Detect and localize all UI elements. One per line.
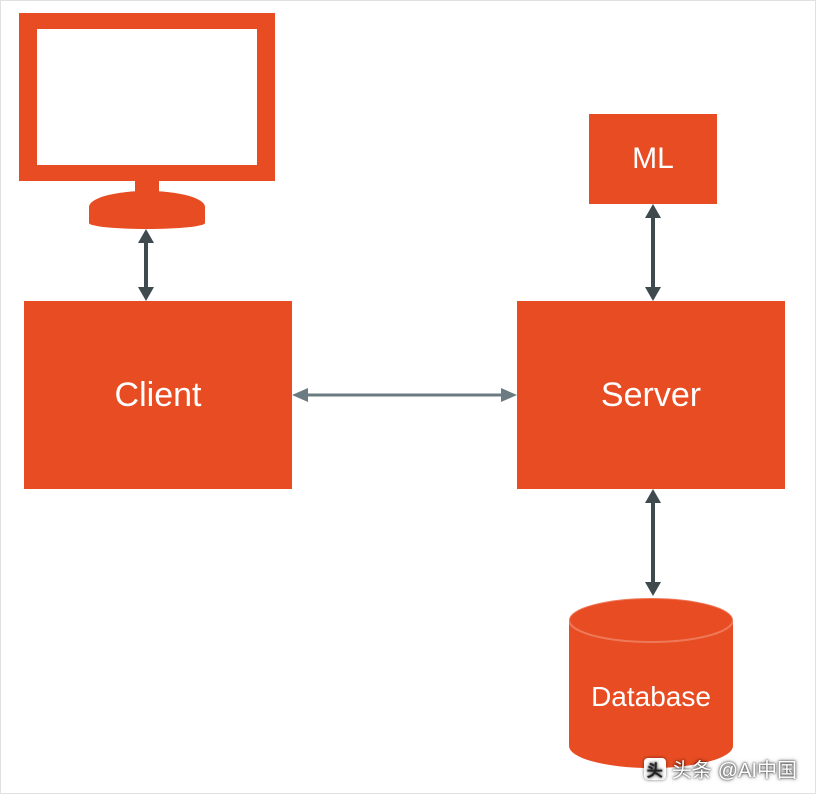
database-label: Database	[591, 681, 711, 712]
architecture-diagram: Client Server ML Database	[0, 0, 816, 794]
arrow-client-server	[292, 383, 517, 407]
arrow-server-database	[641, 489, 665, 596]
arrow-monitor-client	[134, 229, 158, 301]
watermark-prefix: 头条	[672, 754, 712, 783]
ml-node: ML	[589, 114, 717, 204]
monitor-icon	[17, 11, 277, 229]
server-node: Server	[517, 301, 785, 489]
watermark-handle: @AI中国	[718, 754, 797, 783]
client-label: Client	[115, 376, 202, 415]
ml-label: ML	[632, 142, 674, 176]
server-label: Server	[601, 376, 701, 415]
arrow-ml-server	[641, 204, 665, 301]
watermark: 头 头条 @AI中国	[644, 754, 797, 783]
database-node: Database	[565, 596, 737, 771]
watermark-icon: 头	[644, 758, 666, 780]
client-node: Client	[24, 301, 292, 489]
